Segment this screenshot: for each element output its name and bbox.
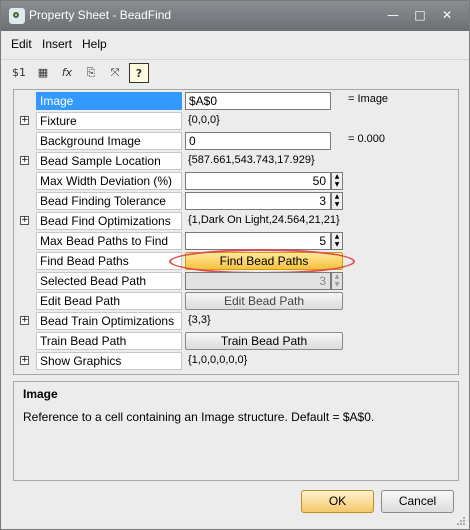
bead-sample-location-value: {587.661,543.743,17.929} bbox=[188, 154, 315, 166]
spin-up-icon[interactable]: ▲ bbox=[332, 233, 342, 241]
spin-up-icon[interactable]: ▲ bbox=[332, 193, 342, 201]
property-row-background-image: Background Image 0 = 0.000 bbox=[14, 131, 458, 151]
image-evaluated-value: = Image bbox=[348, 93, 389, 105]
spinner-buttons: ▲ ▼ bbox=[331, 272, 343, 290]
find-bead-paths-button[interactable]: Find Bead Paths bbox=[185, 252, 343, 270]
app-icon bbox=[9, 8, 25, 24]
numeric-list-icon[interactable]: $1 bbox=[9, 63, 29, 83]
description-panel: Image Reference to a cell containing an … bbox=[13, 381, 459, 481]
description-text: Reference to a cell containing an Image … bbox=[23, 410, 375, 424]
property-label[interactable]: Max Bead Paths to Find bbox=[36, 232, 182, 250]
menu-help[interactable]: Help bbox=[82, 37, 107, 51]
selected-bead-path-input: 3 bbox=[185, 272, 331, 290]
property-row-max-bead-paths: Max Bead Paths to Find 5 ▲ ▼ bbox=[14, 231, 458, 251]
property-row-bead-sample-location: + Bead Sample Location {587.661,543.743,… bbox=[14, 151, 458, 171]
property-row-find-bead-paths: Find Bead Paths Find Bead Paths bbox=[14, 249, 458, 274]
spin-up-icon[interactable]: ▲ bbox=[332, 173, 342, 181]
property-row-selected-bead-path: Selected Bead Path 3 ▲ ▼ bbox=[14, 271, 458, 291]
expand-icon[interactable]: + bbox=[20, 316, 29, 325]
property-label[interactable]: Find Bead Paths bbox=[36, 252, 182, 270]
toolbar: $1 ▦ fx ⎘ ⤧ ? bbox=[1, 59, 469, 86]
grid-table-icon[interactable]: ▦ bbox=[33, 63, 53, 83]
menu-edit[interactable]: Edit bbox=[11, 37, 32, 51]
property-row-bead-find-optimizations: + Bead Find Optimizations {1,Dark On Lig… bbox=[14, 211, 458, 231]
spinner-buttons[interactable]: ▲ ▼ bbox=[331, 232, 343, 250]
property-label[interactable]: Max Width Deviation (%) bbox=[36, 172, 182, 190]
close-button[interactable]: ✕ bbox=[434, 5, 460, 25]
property-label[interactable]: Bead Sample Location bbox=[36, 152, 182, 170]
spin-down-icon: ▼ bbox=[334, 281, 340, 288]
property-label[interactable]: Bead Find Optimizations bbox=[36, 212, 182, 230]
window-title: Property Sheet - BeadFind bbox=[29, 8, 172, 22]
menu-bar: Edit Insert Help bbox=[1, 33, 469, 55]
property-label[interactable]: Edit Bead Path bbox=[36, 292, 182, 310]
spin-up-icon: ▲ bbox=[334, 273, 340, 280]
function-icon[interactable]: fx bbox=[57, 63, 77, 83]
property-sheet-window: Property Sheet - BeadFind — □ ✕ Edit Ins… bbox=[0, 0, 470, 530]
maximize-button[interactable]: □ bbox=[407, 5, 433, 25]
property-row-edit-bead-path: Edit Bead Path Edit Bead Path bbox=[14, 291, 458, 311]
property-grid: Image $A$0 = Image + Fixture {0,0,0} Bac… bbox=[13, 89, 459, 375]
spinner-buttons[interactable]: ▲ ▼ bbox=[331, 172, 343, 190]
train-bead-path-button[interactable]: Train Bead Path bbox=[185, 332, 343, 350]
bead-find-optimizations-value: {1,Dark On Light,24.564,21,21} bbox=[188, 214, 340, 226]
image-input[interactable]: $A$0 bbox=[185, 92, 331, 110]
show-graphics-value: {1,0,0,0,0,0} bbox=[188, 354, 248, 366]
expand-icon[interactable]: + bbox=[20, 116, 29, 125]
resize-grip-icon[interactable] bbox=[456, 516, 466, 526]
property-row-bead-finding-tolerance: Bead Finding Tolerance 3 ▲ ▼ bbox=[14, 191, 458, 211]
background-image-input[interactable]: 0 bbox=[185, 132, 331, 150]
property-label[interactable]: Bead Train Optimizations bbox=[36, 312, 182, 330]
bead-finding-tolerance-input[interactable]: 3 bbox=[185, 192, 331, 210]
property-label[interactable]: Show Graphics bbox=[36, 352, 182, 370]
resize-icon[interactable]: ⤧ bbox=[105, 63, 125, 83]
property-label[interactable]: Train Bead Path bbox=[36, 332, 182, 350]
property-row-bead-train-optimizations: + Bead Train Optimizations {3,3} bbox=[14, 311, 458, 331]
bead-train-optimizations-value: {3,3} bbox=[188, 314, 211, 326]
property-label[interactable]: Bead Finding Tolerance bbox=[36, 192, 182, 210]
property-row-max-width-deviation: Max Width Deviation (%) 50 ▲ ▼ bbox=[14, 171, 458, 191]
property-row-image: Image $A$0 = Image bbox=[14, 91, 458, 111]
ok-button[interactable]: OK bbox=[301, 490, 374, 513]
minimize-button[interactable]: — bbox=[380, 5, 406, 25]
help-icon[interactable]: ? bbox=[129, 63, 149, 83]
property-label[interactable]: Selected Bead Path bbox=[36, 272, 182, 290]
spin-down-icon[interactable]: ▼ bbox=[332, 241, 342, 249]
property-row-show-graphics: + Show Graphics {1,0,0,0,0,0} bbox=[14, 351, 458, 371]
expand-icon[interactable]: + bbox=[20, 356, 29, 365]
expand-icon[interactable]: + bbox=[20, 216, 29, 225]
fixture-value: {0,0,0} bbox=[188, 114, 220, 126]
background-image-evaluated-value: = 0.000 bbox=[348, 133, 386, 145]
spinner-buttons[interactable]: ▲ ▼ bbox=[331, 192, 343, 210]
property-row-train-bead-path: Train Bead Path Train Bead Path bbox=[14, 331, 458, 351]
property-label[interactable]: Fixture bbox=[36, 112, 182, 130]
property-label[interactable]: Background Image bbox=[36, 132, 182, 150]
expand-icon[interactable]: + bbox=[20, 156, 29, 165]
description-title: Image bbox=[23, 387, 58, 401]
document-icon[interactable]: ⎘ bbox=[81, 63, 101, 83]
max-bead-paths-input[interactable]: 5 bbox=[185, 232, 331, 250]
property-row-fixture: + Fixture {0,0,0} bbox=[14, 111, 458, 131]
cancel-button[interactable]: Cancel bbox=[381, 490, 454, 513]
menu-insert[interactable]: Insert bbox=[42, 37, 72, 51]
edit-bead-path-button[interactable]: Edit Bead Path bbox=[185, 292, 343, 310]
title-bar[interactable]: Property Sheet - BeadFind — □ ✕ bbox=[1, 1, 469, 31]
property-label[interactable]: Image bbox=[36, 92, 182, 110]
spin-down-icon[interactable]: ▼ bbox=[332, 181, 342, 189]
spin-down-icon[interactable]: ▼ bbox=[332, 201, 342, 209]
max-width-deviation-input[interactable]: 50 bbox=[185, 172, 331, 190]
